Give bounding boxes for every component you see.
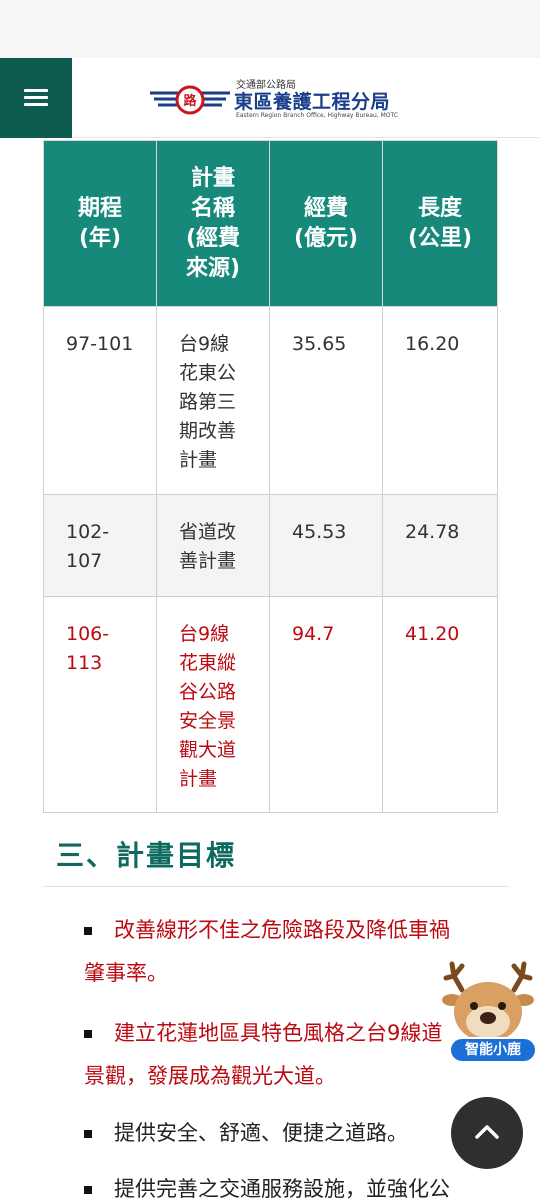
back-to-top-button[interactable]	[451, 1097, 523, 1169]
plan-table: 期程 (年) 計畫 名稱 (經費 來源) 經費 (億元) 長度 (公里) 97-101 台9…	[43, 140, 498, 813]
cell-period: 97-101	[43, 306, 157, 495]
cell-period: 102- 107	[43, 494, 157, 597]
site-logo[interactable]: 路 交通部公路局 東區養護工程分局 Eastern Region Branch …	[148, 74, 408, 124]
cell-cost: 94.7	[269, 596, 383, 813]
cell-plan-name: 台9線 花東公 路第三 期改善 計畫	[156, 306, 270, 495]
goal-item: 提供完善之交通服務設施，並強化公	[84, 1168, 504, 1200]
status-bar	[0, 0, 540, 58]
highway-bureau-emblem-icon: 路	[150, 85, 230, 115]
cell-length: 16.20	[382, 306, 498, 495]
section-title: 三、計畫目標	[56, 839, 237, 872]
site-header: 路 交通部公路局 東區養護工程分局 Eastern Region Branch …	[0, 58, 540, 138]
section-divider	[43, 886, 509, 887]
cell-plan-name: 省道改 善計畫	[156, 494, 270, 597]
hamburger-menu-icon	[24, 89, 48, 92]
table-row: 97-101 台9線 花東公 路第三 期改善 計畫 35.65 16.20	[43, 306, 498, 495]
cell-cost: 45.53	[269, 494, 383, 597]
header-length: 長度 (公里)	[382, 140, 498, 307]
goal-item: 提供安全、舒適、便捷之道路。	[84, 1112, 504, 1155]
header-period: 期程 (年)	[43, 140, 157, 307]
logo-title: 東區養護工程分局	[234, 91, 391, 113]
goal-text: 提供完善之交通服務設施，並強化公	[114, 1177, 450, 1200]
table-header-row: 期程 (年) 計畫 名稱 (經費 來源) 經費 (億元) 長度 (公里)	[43, 140, 498, 307]
square-bullet-icon	[84, 1030, 92, 1038]
cell-length: 24.78	[382, 494, 498, 597]
table-row: 102- 107 省道改 善計畫 45.53 24.78	[43, 494, 498, 597]
cell-length: 41.20	[382, 596, 498, 813]
cell-period: 106- 113	[43, 596, 157, 813]
cell-cost: 35.65	[269, 306, 383, 495]
cell-plan-name: 台9線 花東縱 谷公路 安全景 觀大道 計畫	[156, 596, 270, 813]
square-bullet-icon	[84, 1186, 92, 1194]
goal-text: 建立花蓮地區具特色風格之台9線道 景觀，發展成為觀光大道。	[84, 1021, 443, 1088]
table-row-highlighted: 106- 113 台9線 花東縱 谷公路 安全景 觀大道 計畫 94.7 41.20	[43, 596, 498, 813]
goal-text: 改善線形不佳之危險路段及降低車禍 肇事率。	[84, 918, 450, 985]
header-plan-name: 計畫 名稱 (經費 來源)	[156, 140, 270, 307]
square-bullet-icon	[84, 927, 92, 935]
square-bullet-icon	[84, 1130, 92, 1138]
svg-text:路: 路	[183, 93, 197, 109]
header-cost: 經費 (億元)	[269, 140, 383, 307]
menu-button[interactable]	[0, 58, 72, 138]
assistant-label[interactable]: 智能小鹿	[449, 1037, 537, 1063]
chevron-up-icon	[475, 1125, 499, 1139]
logo-english-name: Eastern Region Branch Office, Highway Bu…	[236, 112, 399, 119]
goal-text: 提供安全、舒適、便捷之道路。	[114, 1121, 408, 1145]
